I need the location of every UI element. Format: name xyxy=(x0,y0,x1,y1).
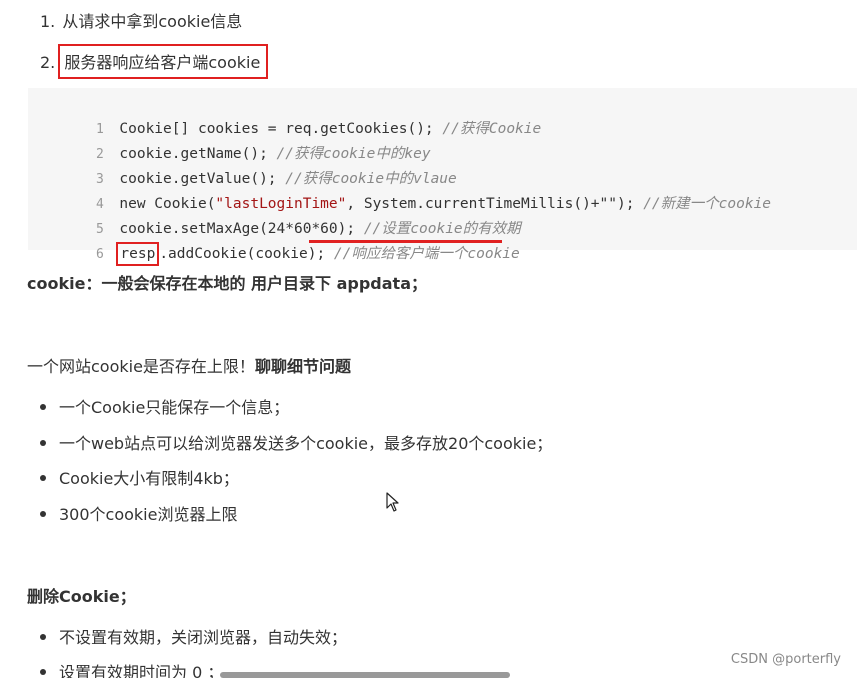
code-line: 3 cookie.getValue(); //获得cookie中的vlaue xyxy=(28,142,457,187)
list-item-1: 1. 从请求中拿到cookie信息 xyxy=(40,8,242,32)
list-text: 服务器响应给客户端cookie xyxy=(64,53,261,72)
bullet-icon xyxy=(40,474,46,481)
list-item: 一个web站点可以给浏览器发送多个cookie，最多存放20个cookie； xyxy=(40,430,552,454)
list-item: 设置有效期时间为 0 ； xyxy=(40,659,223,678)
watermark: CSDN @porterfly xyxy=(730,652,841,667)
delete-heading: 删除Cookie； xyxy=(27,587,136,606)
bullet-text: 300个cookie浏览器上限 xyxy=(59,505,238,524)
bullet-text: 一个Cookie只能保存一个信息； xyxy=(59,398,290,417)
bullet-text: 设置有效期时间为 0 ； xyxy=(59,663,224,678)
code-line: 2 cookie.getName(); //获得cookie中的key xyxy=(28,117,431,162)
cookie-note: cookie：一般会保存在本地的 用户目录下 appdata； xyxy=(27,270,427,294)
bullet-icon xyxy=(40,633,46,640)
limit-bold-text: 聊聊细节问题 xyxy=(254,357,351,376)
list-number: 1. xyxy=(40,12,56,31)
list-item: 300个cookie浏览器上限 xyxy=(40,501,237,525)
list-text: 从请求中拿到cookie信息 xyxy=(62,12,243,31)
bullet-icon xyxy=(40,439,46,446)
highlight-box: 服务器响应给客户端cookie xyxy=(58,44,269,79)
code-line: 1 Cookie[] cookies = req.getCookies(); //… xyxy=(28,92,541,137)
red-underline xyxy=(309,240,502,243)
list-item: Cookie大小有限制4kb； xyxy=(40,465,239,489)
resp-highlight-box: resp xyxy=(116,242,160,266)
bullet-icon xyxy=(40,668,46,675)
cookie-note-text: 一般会保存在本地的 用户目录下 appdata； xyxy=(101,274,427,293)
limit-text: 一个网站cookie是否存在上限！ xyxy=(27,357,255,376)
code-block: 1 Cookie[] cookies = req.getCookies(); //… xyxy=(28,88,857,266)
list-item: 不设置有效期，关闭浏览器，自动失效； xyxy=(40,624,347,648)
bullet-text: Cookie大小有限制4kb； xyxy=(59,469,239,488)
code-text: resp xyxy=(120,246,156,262)
bullet-text: 一个web站点可以给浏览器发送多个cookie，最多存放20个cookie； xyxy=(59,434,553,453)
horizontal-scrollbar[interactable] xyxy=(220,672,510,678)
list-item: 一个Cookie只能保存一个信息； xyxy=(40,394,289,418)
code-comment: //响应给客户端一个cookie xyxy=(333,246,520,262)
code-text: .addCookie(cookie); xyxy=(159,246,334,262)
code-line: 4 new Cookie("lastLoginTime", System.curr… xyxy=(28,167,771,212)
code-line: 6 resp .addCookie(cookie); //响应给客户端一个cooki… xyxy=(28,217,520,266)
mouse-cursor-icon xyxy=(386,492,399,512)
bullet-icon xyxy=(40,510,46,517)
limit-heading: 一个网站cookie是否存在上限！聊聊细节问题 xyxy=(27,353,351,377)
bullet-text: 不设置有效期，关闭浏览器，自动失效； xyxy=(59,628,348,647)
page: 1. 从请求中拿到cookie信息 2. 服务器响应给客户端cookie 1 Co… xyxy=(0,0,857,678)
code-line: 5 cookie.setMaxAge(24*60*60); //设置cookie的… xyxy=(28,192,521,237)
line-number: 6 xyxy=(95,247,104,262)
list-item-2: 2. 服务器响应给客户端cookie xyxy=(40,44,269,79)
bullet-icon xyxy=(40,403,46,410)
code-comment: //新建一个cookie xyxy=(643,196,772,212)
list-number: 2. xyxy=(40,53,56,72)
code-comment: //获得Cookie xyxy=(442,121,542,137)
cookie-note-label: cookie： xyxy=(27,274,102,293)
